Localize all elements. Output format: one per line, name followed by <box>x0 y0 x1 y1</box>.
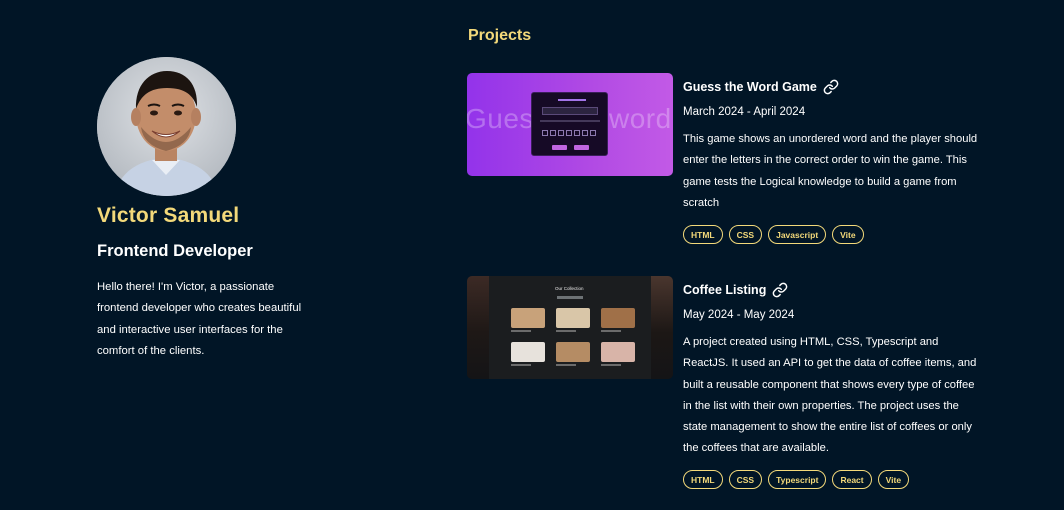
project-thumbnail[interactable]: Our Collection <box>467 276 673 379</box>
project-title: Coffee Listing <box>683 283 767 297</box>
tech-tags: HTML CSS Typescript React Vite <box>683 470 910 489</box>
thumbnail-title: Our Collection <box>555 286 584 291</box>
coffee-preview-panel: Our Collection <box>489 276 651 379</box>
project-description: A project created using HTML, CSS, Types… <box>683 336 977 455</box>
avatar <box>97 57 236 196</box>
portfolio-page: Victor Samuel Frontend Developer Hello t… <box>0 0 1064 510</box>
project-title: Guess the Word Game <box>683 80 817 94</box>
project-thumbnail[interactable]: Gues word <box>467 73 673 176</box>
project-title-row: Guess the Word Game <box>683 79 839 95</box>
project-dates: March 2024 - April 2024 <box>683 106 806 118</box>
profile-section: Victor Samuel Frontend Developer Hello t… <box>97 57 327 362</box>
project-dates: May 2024 - May 2024 <box>683 309 795 321</box>
tag-html: HTML <box>683 470 723 489</box>
tag-vite: Vite <box>877 470 910 489</box>
profile-role: Frontend Developer <box>97 242 253 260</box>
profile-bio: Hello there! I'm Victor, a passionate fr… <box>97 281 302 357</box>
game-preview-card <box>531 92 608 156</box>
coffee-grid-preview <box>511 308 637 370</box>
link-icon[interactable] <box>823 79 839 95</box>
tag-typescript: Typescript <box>768 470 827 489</box>
tag-react: React <box>832 470 872 489</box>
project-title-row: Coffee Listing <box>683 282 788 298</box>
tag-css: CSS <box>728 225 763 244</box>
projects-heading: Projects <box>468 27 532 44</box>
project-description: This game shows an unordered word and th… <box>683 133 978 209</box>
tag-javascript: Javascript <box>768 225 827 244</box>
tech-tags: HTML CSS Javascript Vite <box>683 225 864 244</box>
tag-vite: Vite <box>832 225 864 244</box>
link-icon[interactable] <box>772 282 788 298</box>
tag-css: CSS <box>728 470 763 489</box>
profile-name: Victor Samuel <box>97 204 240 227</box>
tag-html: HTML <box>683 225 723 244</box>
